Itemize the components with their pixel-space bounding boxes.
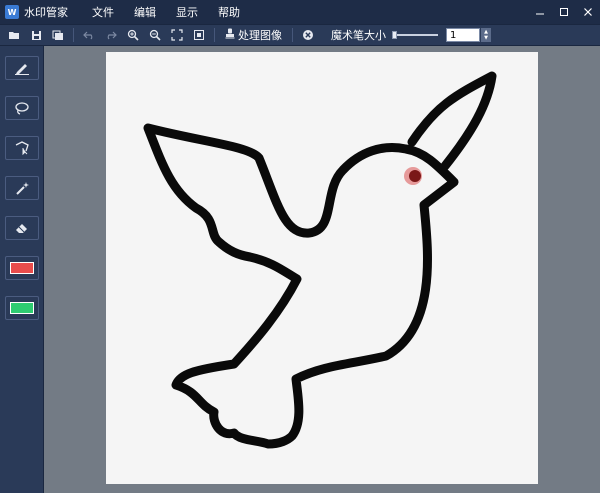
actual-size-icon[interactable] [188, 25, 210, 45]
eraser-icon [16, 224, 27, 233]
lasso-tool-button[interactable] [5, 96, 39, 120]
secondary-color-swatch [10, 302, 34, 314]
menu-file[interactable]: 文件 [92, 4, 114, 20]
primary-color-button[interactable] [5, 256, 39, 280]
workspace [44, 46, 600, 493]
title-bar: W 水印管家 文件 编辑 显示 帮助 [0, 0, 600, 24]
process-image-label: 处理图像 [238, 29, 282, 42]
image-canvas[interactable] [106, 52, 538, 484]
lasso-tool-icon [15, 102, 29, 115]
brush-size-input[interactable]: 1 [446, 28, 480, 42]
brush-size-spinner[interactable]: ▲ ▼ [481, 28, 491, 42]
toolbar-separator [214, 28, 215, 42]
window-controls [528, 0, 600, 24]
process-image-button[interactable]: 处理图像 [219, 25, 288, 45]
app-icon: W [5, 5, 19, 19]
menu-help[interactable]: 帮助 [218, 4, 240, 20]
save-icon[interactable] [25, 25, 47, 45]
spin-down-icon[interactable]: ▼ [484, 35, 488, 41]
fit-icon[interactable] [166, 25, 188, 45]
minimize-icon[interactable] [528, 0, 552, 24]
magic-wand-tool-button[interactable] [5, 176, 39, 200]
zoom-in-icon[interactable] [122, 25, 144, 45]
zoom-out-icon[interactable] [144, 25, 166, 45]
pen-tool-button[interactable] [5, 56, 39, 80]
toolbar: 处理图像 魔术笔大小 1 ▲ ▼ [0, 24, 600, 46]
menu-view[interactable]: 显示 [176, 4, 198, 20]
slider-track [392, 34, 438, 36]
dove-image [143, 71, 497, 449]
clear-icon[interactable] [297, 25, 319, 45]
close-icon[interactable] [576, 0, 600, 24]
brush-size-label: 魔术笔大小 [331, 29, 386, 42]
slider-thumb[interactable] [392, 31, 397, 39]
primary-color-swatch [10, 262, 34, 274]
poly-lasso-tool-icon [15, 141, 29, 155]
poly-lasso-tool-button[interactable] [5, 136, 39, 160]
app-icon-letters: W [7, 7, 17, 17]
toolbar-separator [292, 28, 293, 42]
toolbar-separator [73, 28, 74, 42]
tool-panel [0, 46, 44, 493]
brush-size-slider[interactable] [392, 28, 438, 42]
magic-wand-icon [16, 182, 29, 195]
save-as-icon[interactable] [47, 25, 69, 45]
app-title: 水印管家 [24, 6, 68, 19]
undo-icon[interactable] [78, 25, 100, 45]
stamp-icon [225, 28, 235, 42]
pen-tool-icon [15, 64, 29, 75]
open-icon[interactable] [3, 25, 25, 45]
eraser-tool-button[interactable] [5, 216, 39, 240]
redo-icon[interactable] [100, 25, 122, 45]
menu-edit[interactable]: 编辑 [134, 4, 156, 20]
secondary-color-button[interactable] [5, 296, 39, 320]
maximize-icon[interactable] [552, 0, 576, 24]
